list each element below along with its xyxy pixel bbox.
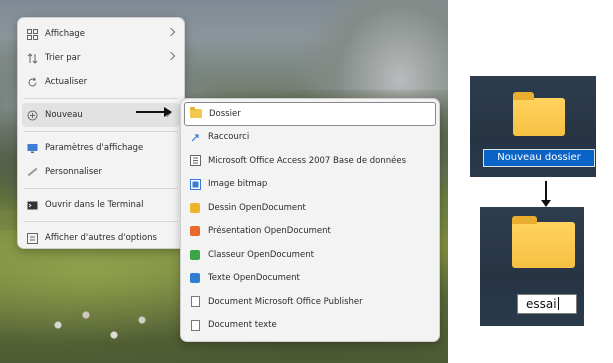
menu-item-more-options[interactable]: Afficher d'autres d'options <box>18 226 184 250</box>
access-db-icon <box>189 155 201 167</box>
menu-separator <box>24 131 178 132</box>
text-caret <box>557 297 559 310</box>
menu-item-new[interactable]: Nouveau <box>22 103 180 127</box>
submenu-item-opendoc-draw[interactable]: Dessin OpenDocument <box>181 196 439 220</box>
village <box>30 300 170 350</box>
impress-icon <box>189 225 201 237</box>
menu-item-personalize[interactable]: Personnaliser <box>18 160 184 184</box>
menu-item-label: Ouvrir dans le Terminal <box>45 200 144 210</box>
submenu-item-folder[interactable]: Dossier <box>184 102 436 126</box>
submenu-item-label: Document Microsoft Office Publisher <box>208 296 363 307</box>
menu-item-refresh[interactable]: Actualiser <box>18 70 184 94</box>
menu-item-label: Affichage <box>45 29 85 39</box>
submenu-item-text-document[interactable]: Document texte <box>181 314 439 338</box>
submenu-item-label: Texte OpenDocument <box>208 273 300 284</box>
rename-input-text: essai <box>526 297 557 311</box>
submenu-item-label: Image bitmap <box>208 179 268 190</box>
brush-icon <box>26 166 38 178</box>
chevron-right-icon <box>166 27 176 37</box>
menu-item-label: Personnaliser <box>45 167 103 177</box>
bitmap-icon <box>189 178 201 190</box>
grid-icon <box>26 28 38 40</box>
menu-item-label: Nouveau <box>45 110 83 120</box>
submenu-item-publisher[interactable]: Document Microsoft Office Publisher <box>181 290 439 314</box>
folder-icon[interactable] <box>513 92 565 136</box>
draw-icon <box>189 202 201 214</box>
calc-icon <box>189 249 201 261</box>
submenu-item-bitmap[interactable]: Image bitmap <box>181 173 439 197</box>
shortcut-icon <box>189 131 201 143</box>
sort-icon <box>26 52 38 64</box>
folder-rename-input[interactable]: essai <box>517 294 577 314</box>
terminal-icon <box>26 199 38 211</box>
publisher-icon <box>189 296 201 308</box>
submenu-item-opendoc-spreadsheet[interactable]: Classeur OpenDocument <box>181 243 439 267</box>
text-doc-icon <box>189 319 201 331</box>
submenu-item-label: Document texte <box>208 320 277 331</box>
menu-item-open-terminal[interactable]: Ouvrir dans le Terminal <box>18 193 184 217</box>
submenu-item-access-db[interactable]: Microsoft Office Access 2007 Base de don… <box>181 149 439 173</box>
new-plus-icon <box>26 109 38 121</box>
submenu-item-label: Raccourci <box>208 132 250 143</box>
submenu-item-label: Dossier <box>209 108 241 119</box>
submenu-item-shortcut[interactable]: Raccourci <box>181 126 439 150</box>
menu-item-view[interactable]: Affichage <box>18 22 184 46</box>
desktop-context-menu: Affichage Trier par Actualiser Nouveau P… <box>17 17 185 249</box>
menu-item-display-settings[interactable]: Paramètres d'affichage <box>18 136 184 160</box>
submenu-item-opendoc-presentation[interactable]: Présentation OpenDocument <box>181 220 439 244</box>
menu-separator <box>24 188 178 189</box>
folder-icon[interactable] <box>512 216 575 268</box>
menu-item-label: Actualiser <box>45 77 88 87</box>
menu-item-label: Trier par <box>45 53 81 63</box>
submenu-item-opendoc-text[interactable]: Texte OpenDocument <box>181 267 439 291</box>
folder-name-selected[interactable]: Nouveau dossier <box>483 149 595 167</box>
menu-separator <box>24 221 178 222</box>
submenu-item-label: Dessin OpenDocument <box>208 202 306 213</box>
display-icon <box>26 142 38 154</box>
submenu-item-label: Présentation OpenDocument <box>208 226 331 237</box>
refresh-icon <box>26 76 38 88</box>
menu-item-label: Afficher d'autres d'options <box>45 233 157 243</box>
new-submenu: Dossier Raccourci Microsoft Office Acces… <box>180 98 440 342</box>
chevron-right-icon <box>166 51 176 61</box>
menu-separator <box>24 98 178 99</box>
folder-icon <box>190 107 202 120</box>
more-options-icon <box>26 232 38 244</box>
menu-item-label: Paramètres d'affichage <box>45 143 144 153</box>
writer-icon <box>189 272 201 284</box>
arrow-right-annotation <box>136 107 172 117</box>
submenu-item-label: Classeur OpenDocument <box>208 249 314 260</box>
menu-item-sort-by[interactable]: Trier par <box>18 46 184 70</box>
submenu-item-label: Microsoft Office Access 2007 Base de don… <box>208 155 407 166</box>
arrow-down-annotation <box>541 181 551 207</box>
